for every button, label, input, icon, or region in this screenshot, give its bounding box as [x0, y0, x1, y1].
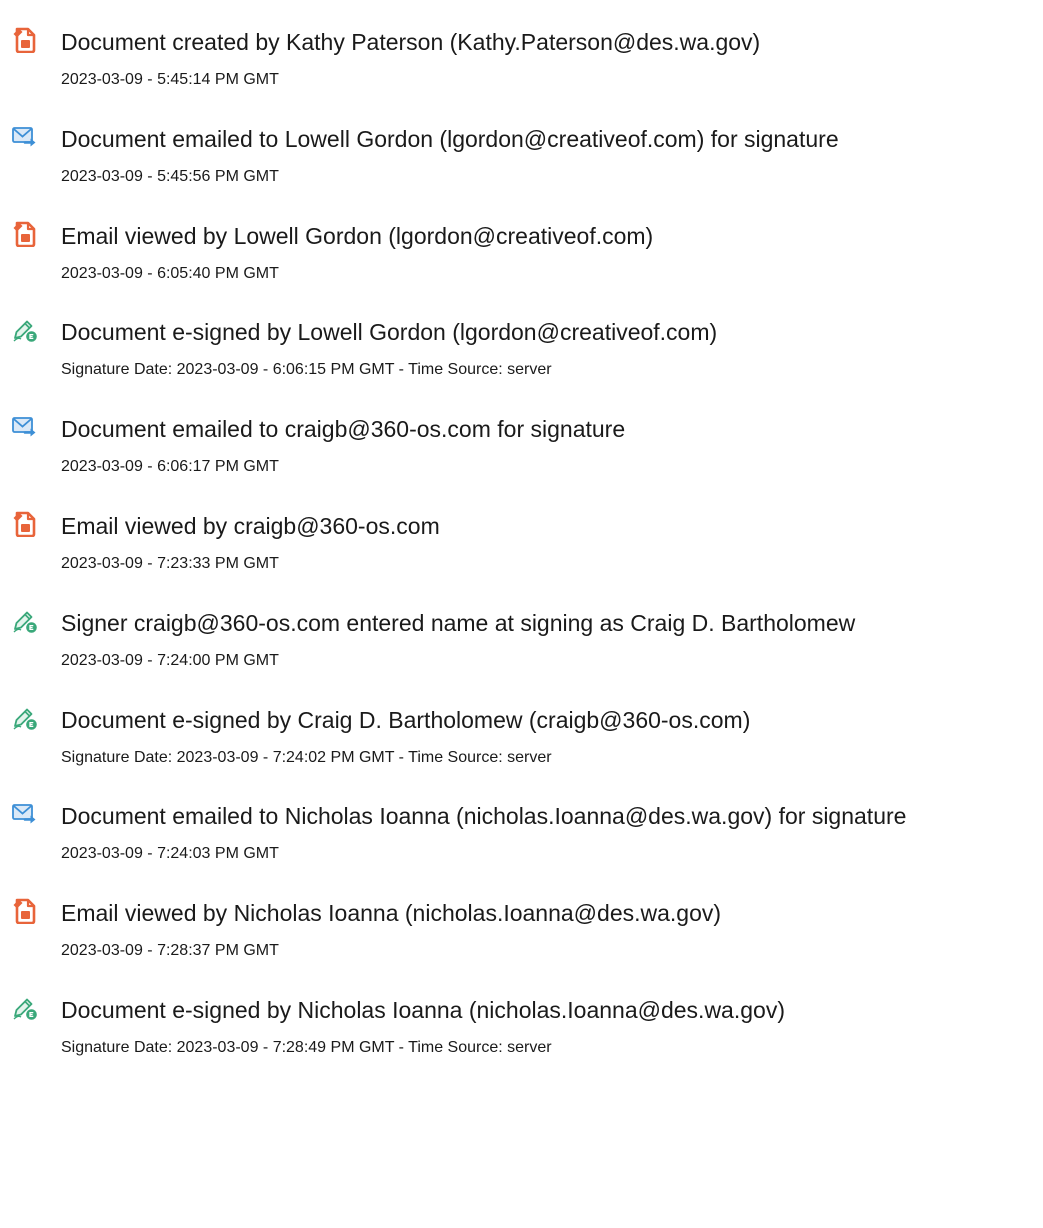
audit-event: Document emailed to craigb@360-os.com fo… [0, 414, 1043, 494]
audit-event: Email viewed by craigb@360-os.com 2023-03… [0, 511, 1043, 591]
event-timestamp: Signature Date: 2023-03-09 - 7:24:02 PM … [61, 749, 552, 766]
event-description: Document created by Kathy Paterson (Kath… [61, 29, 761, 55]
event-timestamp: 2023-03-09 - 7:24:03 PM GMT [61, 845, 279, 862]
event-description: Signer craigb@360-os.com entered name at… [61, 610, 856, 636]
event-timestamp: 2023-03-09 - 5:45:56 PM GMT [61, 168, 279, 185]
esign-icon [12, 995, 38, 1021]
event-description: Document emailed to Nicholas Ioanna (nic… [61, 803, 907, 829]
event-description: Document e-signed by Nicholas Ioanna (ni… [61, 997, 785, 1023]
audit-event: Document e-signed by Lowell Gordon (lgor… [0, 317, 1043, 397]
event-timestamp: 2023-03-09 - 7:23:33 PM GMT [61, 555, 279, 572]
event-description: Document emailed to Lowell Gordon (lgord… [61, 126, 839, 152]
event-description: Email viewed by craigb@360-os.com [61, 513, 440, 539]
audit-event: Email viewed by Nicholas Ioanna (nichola… [0, 898, 1043, 978]
event-timestamp: 2023-03-09 - 6:05:40 PM GMT [61, 265, 279, 282]
event-timestamp: Signature Date: 2023-03-09 - 6:06:15 PM … [61, 361, 552, 378]
email-icon [12, 801, 38, 827]
document-icon [12, 898, 38, 924]
event-timestamp: 2023-03-09 - 5:45:14 PM GMT [61, 71, 279, 88]
event-description: Email viewed by Nicholas Ioanna (nichola… [61, 900, 722, 926]
event-description: Document e-signed by Lowell Gordon (lgor… [61, 319, 718, 345]
event-description: Email viewed by Lowell Gordon (lgordon@c… [61, 223, 654, 249]
email-icon [12, 414, 38, 440]
event-description: Document e-signed by Craig D. Bartholome… [61, 707, 751, 733]
audit-event: Document emailed to Nicholas Ioanna (nic… [0, 801, 1043, 881]
audit-event: Signer craigb@360-os.com entered name at… [0, 608, 1043, 688]
document-icon [12, 27, 38, 53]
esign-icon [12, 317, 38, 343]
email-icon [12, 124, 38, 150]
event-timestamp: 2023-03-09 - 6:06:17 PM GMT [61, 458, 279, 475]
event-description: Document emailed to craigb@360-os.com fo… [61, 416, 626, 442]
audit-event: Document emailed to Lowell Gordon (lgord… [0, 124, 1043, 204]
audit-event: Document created by Kathy Paterson (Kath… [0, 27, 1043, 107]
esign-icon [12, 705, 38, 731]
event-timestamp: Signature Date: 2023-03-09 - 7:28:49 PM … [61, 1039, 552, 1056]
audit-event: Document e-signed by Nicholas Ioanna (ni… [0, 995, 1043, 1075]
audit-event: Email viewed by Lowell Gordon (lgordon@c… [0, 221, 1043, 301]
document-icon [12, 221, 38, 247]
esign-icon [12, 608, 38, 634]
event-timestamp: 2023-03-09 - 7:28:37 PM GMT [61, 942, 279, 959]
document-icon [12, 511, 38, 537]
audit-event: Document e-signed by Craig D. Bartholome… [0, 705, 1043, 785]
event-timestamp: 2023-03-09 - 7:24:00 PM GMT [61, 652, 279, 669]
